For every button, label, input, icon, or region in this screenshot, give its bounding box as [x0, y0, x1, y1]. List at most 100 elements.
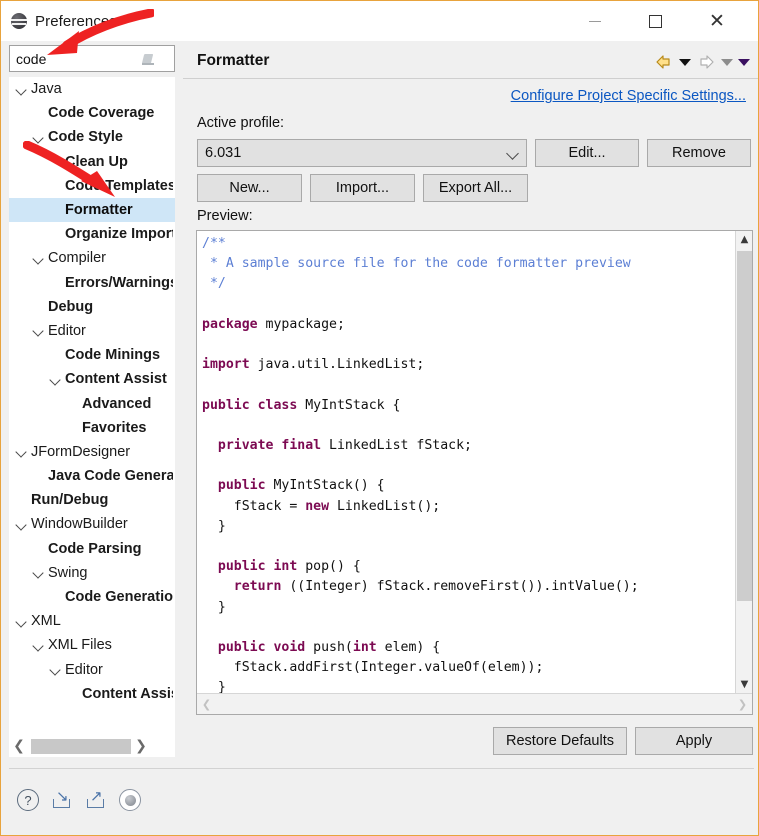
code-line: import java.util.LinkedList;: [202, 357, 425, 373]
chevron-left-icon[interactable]: ❮: [9, 735, 29, 757]
tree-item-java-code-generation[interactable]: Java Code Generation: [9, 464, 175, 488]
chevron-down-icon[interactable]: [32, 131, 45, 144]
tree-item-content-assist[interactable]: Content Assist: [9, 682, 175, 706]
active-profile-value: 6.031: [205, 145, 242, 161]
chevron-down-icon[interactable]: [49, 663, 62, 676]
tree-item-editor[interactable]: Editor: [9, 319, 175, 343]
remove-profile-button[interactable]: Remove: [647, 139, 751, 167]
tree-item-code-style[interactable]: Code Style: [9, 125, 175, 149]
tree-item-organize-imports[interactable]: Organize Imports: [9, 222, 175, 246]
code-line: }: [202, 599, 226, 615]
code-line: fStack = new LinkedList();: [202, 498, 441, 514]
forward-arrow-icon[interactable]: [696, 53, 716, 71]
tree-item-java[interactable]: Java: [9, 77, 175, 101]
tree-item-run-debug[interactable]: Run/Debug: [9, 488, 175, 512]
tree-item-compiler[interactable]: Compiler: [9, 246, 175, 270]
tree-item-clean-up[interactable]: Clean Up: [9, 150, 175, 174]
chevron-down-icon[interactable]: [15, 83, 28, 96]
minimize-icon: [589, 20, 601, 22]
close-icon: ✕: [709, 9, 725, 32]
import-preferences-icon[interactable]: ↘: [51, 789, 73, 811]
chevron-down-icon[interactable]: [32, 252, 45, 265]
tree-hscroll-thumb[interactable]: [31, 738, 131, 754]
tree-item-label: Code Minings: [65, 347, 161, 364]
forward-history-dropdown-icon[interactable]: [721, 58, 733, 66]
chevron-down-icon[interactable]: [32, 566, 45, 579]
import-profile-button[interactable]: Import...: [310, 174, 415, 202]
back-history-dropdown-icon[interactable]: [679, 58, 691, 66]
tree-item-code-parsing[interactable]: Code Parsing: [9, 537, 175, 561]
help-question-icon[interactable]: ?: [17, 789, 39, 811]
maximize-button[interactable]: [632, 1, 678, 41]
chevron-down-icon[interactable]: [49, 373, 62, 386]
preview-horizontal-scrollbar[interactable]: ❮ ❯: [197, 693, 752, 714]
tree-item-xml-files[interactable]: XML Files: [9, 633, 175, 657]
edit-profile-button[interactable]: Edit...: [535, 139, 639, 167]
tree-item-content-assist[interactable]: Content Assist: [9, 367, 175, 391]
tree-item-label: Formatter: [65, 202, 133, 219]
code-line: private final LinkedList fStack;: [217, 438, 472, 454]
minimize-button[interactable]: [572, 1, 618, 41]
tree-item-errors-warnings[interactable]: Errors/Warnings: [9, 271, 175, 295]
tree-item-code-generation[interactable]: Code Generation: [9, 585, 175, 609]
chevron-down-icon[interactable]: ▼: [736, 676, 752, 693]
tree-item-label: XML Files: [48, 637, 112, 654]
tree-item-label: Java Code Generation: [48, 468, 173, 485]
chevron-up-icon[interactable]: ▲: [736, 231, 752, 248]
tree-item-label: Swing: [48, 564, 88, 581]
new-profile-button[interactable]: New...: [197, 174, 302, 202]
preferences-tree[interactable]: Java Code Coverage Code Style Clean Up Code …: [9, 77, 175, 757]
page-navigation-icons: [654, 53, 750, 71]
chevron-left-icon[interactable]: ❮: [197, 695, 216, 714]
tree-horizontal-scrollbar[interactable]: ❮ ❯: [9, 735, 175, 757]
tree-item-swing[interactable]: Swing: [9, 561, 175, 585]
tree-item-label: Code Coverage: [48, 105, 155, 122]
restore-defaults-button[interactable]: Restore Defaults: [493, 727, 627, 755]
view-menu-dropdown-icon[interactable]: [738, 58, 750, 66]
active-profile-combobox[interactable]: 6.031: [197, 139, 527, 167]
preview-vertical-scrollbar[interactable]: ▲ ▼: [735, 231, 752, 693]
chevron-down-icon[interactable]: [32, 324, 45, 337]
chevron-down-icon[interactable]: [500, 140, 526, 166]
search-input[interactable]: [10, 47, 138, 70]
tree-item-jformdesigner[interactable]: JFormDesigner: [9, 440, 175, 464]
code-line: public MyIntStack() {: [217, 478, 385, 494]
tree-item-editor[interactable]: Editor: [9, 658, 175, 682]
filter-search-box[interactable]: [9, 45, 175, 72]
window-title: Preferences: [35, 12, 117, 30]
close-button[interactable]: ✕: [694, 1, 740, 41]
tree-item-label: Run/Debug: [31, 492, 109, 509]
chevron-down-icon[interactable]: [15, 518, 28, 531]
preview-vscroll-thumb[interactable]: [737, 251, 752, 601]
tree-item-code-templates[interactable]: Code Templates: [9, 174, 175, 198]
tree-item-code-minings[interactable]: Code Minings: [9, 343, 175, 367]
tree-item-code-coverage[interactable]: Code Coverage: [9, 101, 175, 125]
configure-project-specific-settings-link[interactable]: Configure Project Specific Settings...: [511, 88, 746, 104]
tree-item-debug[interactable]: Debug: [9, 295, 175, 319]
tree-item-label: WindowBuilder: [31, 516, 128, 533]
tree-item-advanced[interactable]: Advanced: [9, 391, 175, 415]
tree-item-windowbuilder[interactable]: WindowBuilder: [9, 512, 175, 536]
tree-item-label: Code Generation: [65, 589, 173, 606]
back-arrow-icon[interactable]: [654, 53, 674, 71]
chevron-down-icon[interactable]: [32, 639, 45, 652]
tree-item-xml[interactable]: XML: [9, 609, 175, 633]
apply-button[interactable]: Apply: [635, 727, 753, 755]
code-line: public class MyIntStack {: [202, 397, 401, 413]
tree-item-favorites[interactable]: Favorites: [9, 416, 175, 440]
chevron-down-icon[interactable]: [15, 615, 28, 628]
oomph-recorder-icon[interactable]: [119, 789, 141, 811]
chevron-right-icon[interactable]: ❯: [131, 735, 151, 757]
clear-filter-icon[interactable]: [140, 51, 156, 67]
export-all-profiles-button[interactable]: Export All...: [423, 174, 528, 202]
chevron-down-icon[interactable]: [15, 445, 28, 458]
export-preferences-icon[interactable]: ↗: [85, 789, 107, 811]
chevron-right-icon[interactable]: ❯: [733, 695, 752, 714]
tree-item-formatter[interactable]: Formatter: [9, 197, 175, 223]
tree-item-label: Organize Imports: [65, 226, 173, 243]
